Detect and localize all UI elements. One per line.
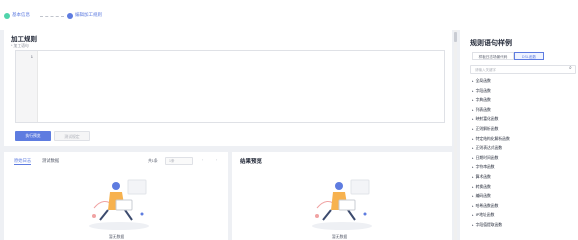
step-active-icon: [67, 13, 73, 19]
caret-right-icon: ▸: [472, 98, 474, 103]
prev-page-icon[interactable]: ‹: [202, 158, 203, 162]
function-category-label: 映射富化函数: [475, 117, 499, 122]
caret-right-icon: ▸: [472, 127, 474, 131]
segment-dsl-functions[interactable]: DSL函数: [514, 52, 544, 60]
function-category-item[interactable]: ▸ 特定结构化解析函数: [472, 137, 510, 142]
line-number: 1: [30, 54, 33, 59]
function-category-label: 正则表达式函数: [475, 146, 503, 151]
editor-gutter: 1: [16, 51, 38, 122]
pager-total: 共1条: [148, 159, 158, 163]
caret-right-icon: ▸: [472, 194, 474, 199]
function-category-item[interactable]: ▸ 正则解析函数: [472, 127, 498, 132]
function-category-item[interactable]: ▸ 正则表达式函数: [472, 146, 502, 151]
function-category-label: 字段值提取函数: [475, 223, 503, 227]
function-category-label: 字段函数: [475, 88, 491, 93]
function-category-label: 编码函数: [475, 194, 491, 199]
function-category-label: 特定结构化解析函数: [475, 136, 510, 141]
function-category-label: 字符串函数: [475, 165, 495, 170]
caret-right-icon: ▸: [472, 117, 474, 122]
page-size-select[interactable]: 1条: [165, 157, 193, 165]
function-category-item[interactable]: ▸ 哈希函数函数: [472, 204, 498, 209]
function-category-label: 正则解析函数: [475, 127, 499, 131]
caret-right-icon: ▸: [472, 88, 474, 93]
step-connector: [40, 16, 64, 17]
search-icon[interactable]: ⌕: [569, 65, 572, 71]
next-page-icon[interactable]: ›: [216, 158, 217, 162]
sample-panel-title: 规则语句样例: [470, 40, 512, 47]
function-category-label: 字典函数: [475, 98, 491, 103]
caret-right-icon: ▸: [472, 213, 474, 218]
tab-test-data[interactable]: 测试数据: [42, 158, 59, 164]
sample-search-input[interactable]: 请输入关键字: [470, 65, 576, 74]
function-category-label: IP地址函数: [475, 213, 495, 218]
preview-title: 结果预览: [240, 159, 263, 165]
function-category-item[interactable]: ▸ 编码函数: [472, 194, 491, 199]
function-category-item[interactable]: ▸ 字段值提取函数: [472, 223, 502, 228]
caret-right-icon: ▸: [472, 165, 474, 170]
function-category-item[interactable]: ▸ 字典函数: [472, 98, 491, 103]
function-category-label: 算术函数: [475, 175, 491, 179]
step-2-label[interactable]: 编辑加工规则: [75, 12, 102, 18]
test-rule-button[interactable]: 测试规定: [54, 131, 90, 141]
caret-right-icon: ▸: [472, 107, 474, 112]
step-done-icon: [4, 13, 10, 19]
run-preview-button[interactable]: 执行预览: [15, 131, 51, 141]
caret-right-icon: ▸: [472, 136, 474, 141]
caret-right-icon: ▸: [472, 175, 474, 179]
empty-text: 暂无数据: [332, 235, 348, 239]
function-category-item[interactable]: ▸ IP地址函数: [472, 213, 494, 218]
data-panel: 原始日志 测试数据 共1条 1条 ‹ › 暂无数据: [4, 152, 228, 240]
caret-right-icon: ▸: [472, 184, 474, 189]
rule-section-title: 加工规则: [11, 36, 37, 43]
caret-right-icon: ▸: [472, 223, 474, 227]
caret-right-icon: ▸: [472, 155, 474, 160]
function-category-item[interactable]: ▸ 字段函数: [472, 89, 491, 94]
caret-right-icon: ▸: [472, 146, 474, 151]
rule-editor-panel: 加工规则 * 加工语句 1 执行预览 测试规定: [4, 28, 452, 146]
function-category-item[interactable]: ▸ 映射富化函数: [472, 117, 498, 122]
function-category-item[interactable]: ▸ 算术函数: [472, 175, 491, 180]
scrollbar-thumb[interactable]: [454, 32, 457, 42]
function-category-item[interactable]: ▸ 字符串函数: [472, 165, 495, 170]
segment-sample-code[interactable]: 样板日志场景代码: [472, 52, 514, 60]
code-editor[interactable]: 1: [15, 50, 445, 123]
function-category-item[interactable]: ▸ 全局函数: [472, 79, 491, 84]
scrollbar-track[interactable]: [454, 30, 457, 240]
empty-illustration-icon: [312, 179, 372, 230]
function-category-item[interactable]: ▸ 列表函数: [472, 108, 491, 113]
rule-field-label: * 加工语句: [11, 44, 29, 48]
empty-illustration-icon: [89, 179, 149, 230]
tab-raw-log[interactable]: 原始日志: [14, 158, 32, 165]
function-category-label: 日期时间函数: [475, 155, 499, 160]
step-1-label[interactable]: 基本信息: [12, 12, 30, 18]
function-category-label: 哈希函数函数: [475, 203, 499, 208]
function-category-item[interactable]: ▸ 转换函数: [472, 185, 491, 190]
function-category-label: 列表函数: [475, 107, 491, 112]
steps-bar: 基本信息 编辑加工规则: [0, 0, 578, 30]
function-category-label: 转换函数: [475, 184, 491, 189]
function-category-label: 全局函数: [475, 79, 491, 83]
result-preview-panel: 结果预览 暂无数据: [232, 152, 452, 240]
caret-right-icon: ▸: [472, 79, 474, 83]
caret-right-icon: ▸: [472, 203, 474, 208]
function-category-item[interactable]: ▸ 日期时间函数: [472, 156, 498, 161]
empty-text: 暂无数据: [109, 235, 125, 239]
